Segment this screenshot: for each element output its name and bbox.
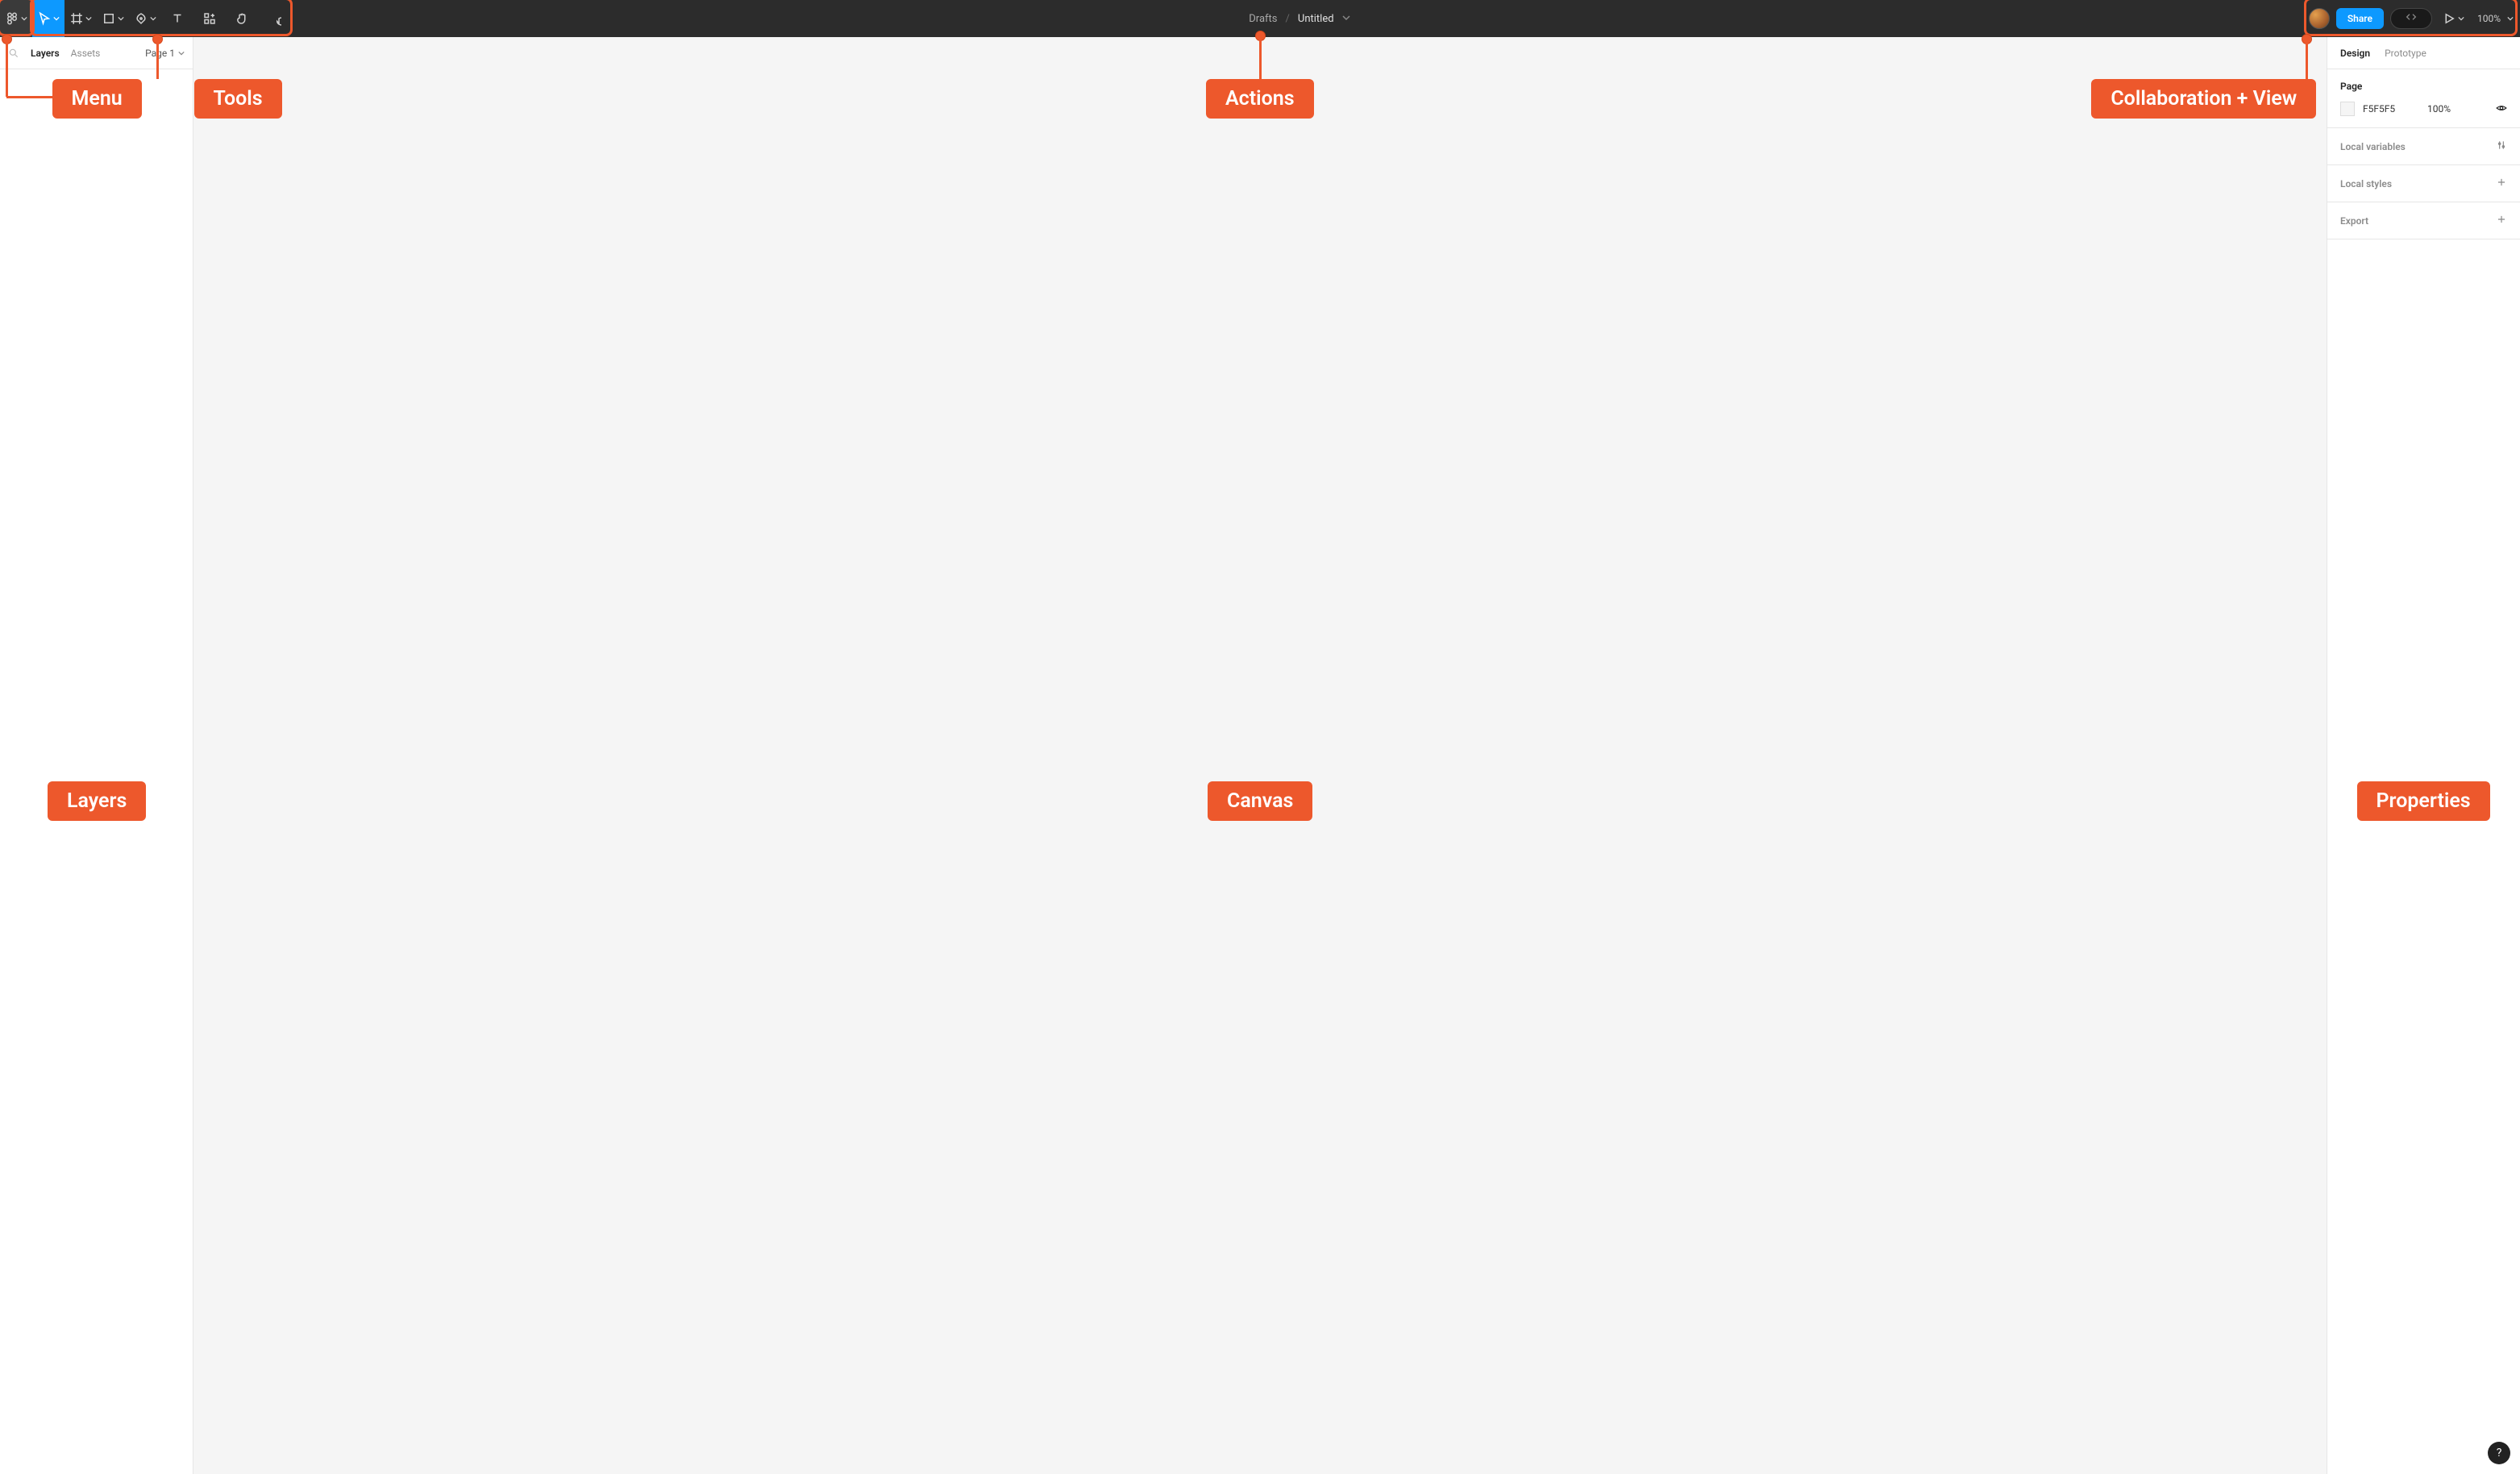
export-title: Export xyxy=(2340,215,2368,227)
share-button[interactable]: Share xyxy=(2336,8,2384,29)
resources-icon xyxy=(202,11,217,26)
tab-layers[interactable]: Layers xyxy=(31,48,60,59)
breadcrumb-parent[interactable]: Drafts xyxy=(1249,13,1277,25)
page-label: Page 1 xyxy=(145,48,175,59)
code-icon xyxy=(2405,10,2418,27)
canvas[interactable] xyxy=(193,37,2327,1474)
chevron-down-icon xyxy=(53,15,60,22)
page-color-opacity[interactable]: 100% xyxy=(2427,103,2488,115)
search-icon[interactable] xyxy=(8,48,19,59)
right-panel-tabs: Design Prototype xyxy=(2327,37,2520,69)
toolbar-right-group: Share 100% xyxy=(2309,0,2520,37)
rectangle-icon xyxy=(102,11,116,26)
toolbar-breadcrumb: Drafts / Untitled xyxy=(290,0,2309,37)
breadcrumb-separator: / xyxy=(1286,13,1290,25)
properties-panel: Design Prototype Page F5F5F5 100% Local … xyxy=(2327,37,2520,1474)
top-toolbar: Drafts / Untitled Share xyxy=(0,0,2520,37)
chevron-down-icon xyxy=(2507,15,2514,22)
pen-icon xyxy=(134,11,148,26)
zoom-menu-button[interactable]: 100% xyxy=(2469,0,2520,37)
tab-prototype[interactable]: Prototype xyxy=(2385,48,2426,59)
hand-icon xyxy=(235,11,249,26)
text-tool-button[interactable] xyxy=(161,0,193,37)
move-tool-button[interactable] xyxy=(32,0,64,37)
zoom-value: 100% xyxy=(2477,13,2501,24)
user-avatar[interactable] xyxy=(2309,8,2330,29)
present-button[interactable] xyxy=(2437,0,2469,37)
page-selector[interactable]: Page 1 xyxy=(145,48,185,59)
tab-design[interactable]: Design xyxy=(2340,48,2370,59)
pen-tool-button[interactable] xyxy=(129,0,161,37)
local-variables-title: Local variables xyxy=(2340,141,2406,152)
chevron-down-icon xyxy=(85,15,92,22)
frame-tool-button[interactable] xyxy=(64,0,97,37)
page-section: Page F5F5F5 100% xyxy=(2327,69,2520,128)
local-variables-section[interactable]: Local variables xyxy=(2327,128,2520,165)
visibility-toggle-icon[interactable] xyxy=(2496,102,2507,116)
chevron-down-icon xyxy=(2458,15,2464,22)
comment-icon xyxy=(267,11,281,26)
page-color-hex[interactable]: F5F5F5 xyxy=(2363,103,2419,115)
page-color-swatch[interactable] xyxy=(2340,102,2355,116)
chevron-down-icon[interactable] xyxy=(1342,13,1350,25)
comment-tool-button[interactable] xyxy=(258,0,290,37)
dev-mode-toggle[interactable] xyxy=(2390,8,2432,29)
toolbar-left-group xyxy=(0,0,290,37)
left-panel-tabs: Layers Assets Page 1 xyxy=(0,37,193,69)
local-styles-title: Local styles xyxy=(2340,178,2392,189)
play-icon xyxy=(2442,11,2456,26)
page-section-title: Page xyxy=(2340,81,2362,92)
main-menu-button[interactable] xyxy=(0,0,32,37)
chevron-down-icon xyxy=(150,15,156,22)
layers-panel: Layers Assets Page 1 xyxy=(0,37,193,1474)
cursor-icon xyxy=(37,11,52,26)
file-title[interactable]: Untitled xyxy=(1298,13,1334,25)
plus-icon[interactable] xyxy=(2496,214,2507,227)
chevron-down-icon xyxy=(21,15,27,22)
shape-tool-button[interactable] xyxy=(97,0,129,37)
help-icon-label: ? xyxy=(2497,1447,2502,1459)
chevron-down-icon xyxy=(118,15,124,22)
tab-assets[interactable]: Assets xyxy=(71,48,101,59)
hand-tool-button[interactable] xyxy=(226,0,258,37)
settings-sliders-icon[interactable] xyxy=(2496,139,2507,153)
help-button[interactable]: ? xyxy=(2488,1442,2510,1464)
text-icon xyxy=(170,11,185,26)
figma-logo-icon xyxy=(5,11,19,26)
resources-button[interactable] xyxy=(193,0,226,37)
frame-icon xyxy=(69,11,84,26)
export-section[interactable]: Export xyxy=(2327,202,2520,239)
plus-icon[interactable] xyxy=(2496,177,2507,190)
local-styles-section[interactable]: Local styles xyxy=(2327,165,2520,202)
